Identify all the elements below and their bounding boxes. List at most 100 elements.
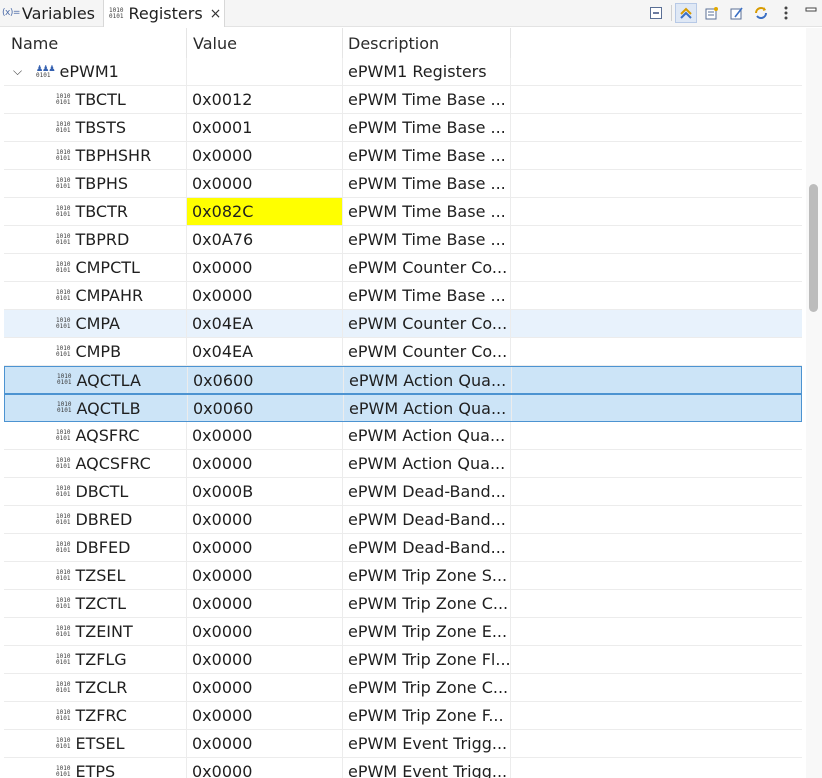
register-icon: 1010 0101 bbox=[57, 401, 72, 414]
table-row[interactable]: 1010 0101 DBCTL 0x000B ePWM Dead-Band... bbox=[4, 478, 802, 506]
minimize-icon[interactable] bbox=[800, 3, 822, 23]
register-name-cell: 1010 0101 ETSEL bbox=[4, 730, 187, 757]
register-value[interactable]: 0x0000 bbox=[187, 506, 343, 533]
register-value[interactable]: 0x0000 bbox=[187, 450, 343, 477]
register-name: TBCTL bbox=[75, 90, 126, 109]
register-icon: 1010 0101 bbox=[56, 736, 71, 750]
column-header-description[interactable]: Description bbox=[343, 28, 511, 58]
register-icon: 1010 0101 bbox=[56, 456, 71, 470]
register-name: TZCLR bbox=[75, 678, 128, 697]
register-value[interactable]: 0x04EA bbox=[187, 310, 343, 337]
register-name: ETPS bbox=[75, 762, 116, 778]
register-value[interactable]: 0x0000 bbox=[187, 422, 343, 449]
table-row[interactable]: 1010 0101 TBPHS 0x0000 ePWM Time Base ... bbox=[4, 170, 802, 198]
table-row[interactable]: 1010 0101 AQSFRC 0x0000 ePWM Action Qua... bbox=[4, 422, 802, 450]
register-name-cell: 1010 0101 TBCTR bbox=[4, 198, 187, 225]
table-row[interactable]: 1010 0101 TZFRC 0x0000 ePWM Trip Zone F... bbox=[4, 702, 802, 730]
table-row[interactable]: 1010 0101 TZCTL 0x0000 ePWM Trip Zone C... bbox=[4, 590, 802, 618]
table-row[interactable]: 1010 0101 TZSEL 0x0000 ePWM Trip Zone S... bbox=[4, 562, 802, 590]
edit-group-icon[interactable] bbox=[725, 3, 747, 23]
table-row[interactable]: 1010 0101 CMPA 0x04EA ePWM Counter Co... bbox=[4, 310, 802, 338]
register-icon: 1010 0101 bbox=[56, 344, 71, 358]
table-row[interactable]: 1010 0101 TZCLR 0x0000 ePWM Trip Zone C... bbox=[4, 674, 802, 702]
toolbar-separator bbox=[671, 5, 672, 21]
register-value[interactable]: 0x0000 bbox=[187, 282, 343, 309]
refresh-icon[interactable] bbox=[750, 3, 772, 23]
collapse-all-icon[interactable] bbox=[645, 3, 667, 23]
table-row[interactable]: 1010 0101 TBCTL 0x0012 ePWM Time Base ... bbox=[4, 86, 802, 114]
table-row[interactable]: 1010 0101 DBRED 0x0000 ePWM Dead-Band... bbox=[4, 506, 802, 534]
register-value[interactable]: 0x082C bbox=[187, 198, 343, 225]
register-value[interactable]: 0x0000 bbox=[187, 702, 343, 729]
table-row[interactable]: 1010 0101 TBPRD 0x0A76 ePWM Time Base ... bbox=[4, 226, 802, 254]
register-description: ePWM Trip Zone C... bbox=[343, 674, 511, 701]
register-value[interactable]: 0x0000 bbox=[187, 646, 343, 673]
table-row[interactable]: 1010 0101 AQCTLA 0x0600 ePWM Action Qua... bbox=[4, 366, 802, 394]
table-row[interactable]: 1010 0101 AQCTLB 0x0060 ePWM Action Qua... bbox=[4, 394, 802, 422]
register-name: CMPA bbox=[75, 314, 120, 333]
tab-variables-label: Variables bbox=[21, 3, 96, 23]
register-value[interactable]: 0x04EA bbox=[187, 338, 343, 365]
register-value[interactable]: 0x0012 bbox=[187, 86, 343, 113]
scrollbar-thumb[interactable] bbox=[809, 184, 818, 312]
register-name: TBCTR bbox=[75, 202, 128, 221]
register-value[interactable]: 0x0000 bbox=[187, 674, 343, 701]
register-name-cell: 1010 0101 AQCTLA bbox=[5, 367, 188, 393]
view-toolbar bbox=[642, 0, 822, 26]
view-menu-icon[interactable] bbox=[775, 3, 797, 23]
register-value[interactable]: 0x0000 bbox=[187, 590, 343, 617]
register-value[interactable]: 0x0000 bbox=[187, 730, 343, 757]
table-row[interactable]: 1010 0101 CMPCTL 0x0000 ePWM Counter Co... bbox=[4, 254, 802, 282]
table-row[interactable]: 1010 0101 AQCSFRC 0x0000 ePWM Action Qua... bbox=[4, 450, 802, 478]
chevron-down-icon[interactable]: ⌵ bbox=[13, 64, 27, 79]
register-name-cell: 1010 0101 TBCTL bbox=[4, 86, 187, 113]
table-row[interactable]: 1010 0101 TBSTS 0x0001 ePWM Time Base ... bbox=[4, 114, 802, 142]
register-description: ePWM Trip Zone F... bbox=[343, 702, 511, 729]
register-value[interactable]: 0x0000 bbox=[187, 618, 343, 645]
register-name: TBPHSHR bbox=[75, 146, 152, 165]
register-value[interactable]: 0x0000 bbox=[187, 254, 343, 281]
table-row[interactable]: 1010 0101 ETSEL 0x0000 ePWM Event Trigg... bbox=[4, 730, 802, 758]
register-value[interactable]: 0x0001 bbox=[187, 114, 343, 141]
column-header-value[interactable]: Value bbox=[187, 28, 343, 58]
new-group-icon[interactable] bbox=[700, 3, 722, 23]
register-value[interactable]: 0x0000 bbox=[187, 758, 343, 778]
register-name: TZSEL bbox=[75, 566, 126, 585]
register-value[interactable]: 0x0000 bbox=[187, 562, 343, 589]
table-row[interactable]: 1010 0101 TBPHSHR 0x0000 ePWM Time Base ... bbox=[4, 142, 802, 170]
register-description: ePWM Counter Co... bbox=[343, 310, 511, 337]
view-tab-bar: (x)= Variables 1010 0101 Registers × bbox=[0, 0, 822, 27]
register-name: TBPHS bbox=[75, 174, 129, 193]
table-row[interactable]: 1010 0101 CMPB 0x04EA ePWM Counter Co... bbox=[4, 338, 802, 366]
register-icon: 1010 0101 bbox=[56, 120, 71, 134]
register-name-cell: 1010 0101 DBRED bbox=[4, 506, 187, 533]
register-value[interactable]: 0x0060 bbox=[188, 395, 344, 421]
register-value[interactable]: 0x0600 bbox=[188, 367, 344, 393]
register-name-cell: 1010 0101 TBPRD bbox=[4, 226, 187, 253]
column-header-name[interactable]: Name bbox=[0, 28, 187, 58]
vertical-scrollbar[interactable] bbox=[806, 28, 822, 778]
register-name: DBCTL bbox=[75, 482, 129, 501]
register-value[interactable]: 0x0A76 bbox=[187, 226, 343, 253]
table-row[interactable]: 1010 0101 ETPS 0x0000 ePWM Event Trigg... bbox=[4, 758, 802, 778]
link-with-debug-icon[interactable] bbox=[675, 3, 697, 23]
tab-registers[interactable]: 1010 0101 Registers × bbox=[103, 0, 225, 27]
tab-variables[interactable]: (x)= Variables bbox=[2, 0, 102, 26]
register-value[interactable]: 0x0000 bbox=[187, 142, 343, 169]
close-icon[interactable]: × bbox=[210, 6, 222, 22]
register-name: AQCSFRC bbox=[75, 454, 151, 473]
register-name-cell: 1010 0101 CMPA bbox=[4, 310, 187, 337]
group-description: ePWM1 Registers bbox=[343, 58, 511, 85]
tab-registers-label: Registers bbox=[128, 4, 203, 23]
register-value[interactable]: 0x0000 bbox=[187, 534, 343, 561]
table-row[interactable]: 1010 0101 TBCTR 0x082C ePWM Time Base ... bbox=[4, 198, 802, 226]
table-row[interactable]: 1010 0101 TZFLG 0x0000 ePWM Trip Zone Fl... bbox=[4, 646, 802, 674]
register-value[interactable]: 0x0000 bbox=[187, 170, 343, 197]
register-description: ePWM Trip Zone E... bbox=[343, 618, 511, 645]
table-row[interactable]: 1010 0101 TZEINT 0x0000 ePWM Trip Zone E... bbox=[4, 618, 802, 646]
table-row[interactable]: 1010 0101 CMPAHR 0x0000 ePWM Time Base ... bbox=[4, 282, 802, 310]
register-value[interactable]: 0x000B bbox=[187, 478, 343, 505]
table-row[interactable]: 1010 0101 DBFED 0x0000 ePWM Dead-Band... bbox=[4, 534, 802, 562]
group-row-epwm1[interactable]: ⌵ ♟♟♟ 0101 ePWM1 ePWM1 Registers bbox=[4, 58, 802, 86]
register-name-cell: 1010 0101 TBSTS bbox=[4, 114, 187, 141]
